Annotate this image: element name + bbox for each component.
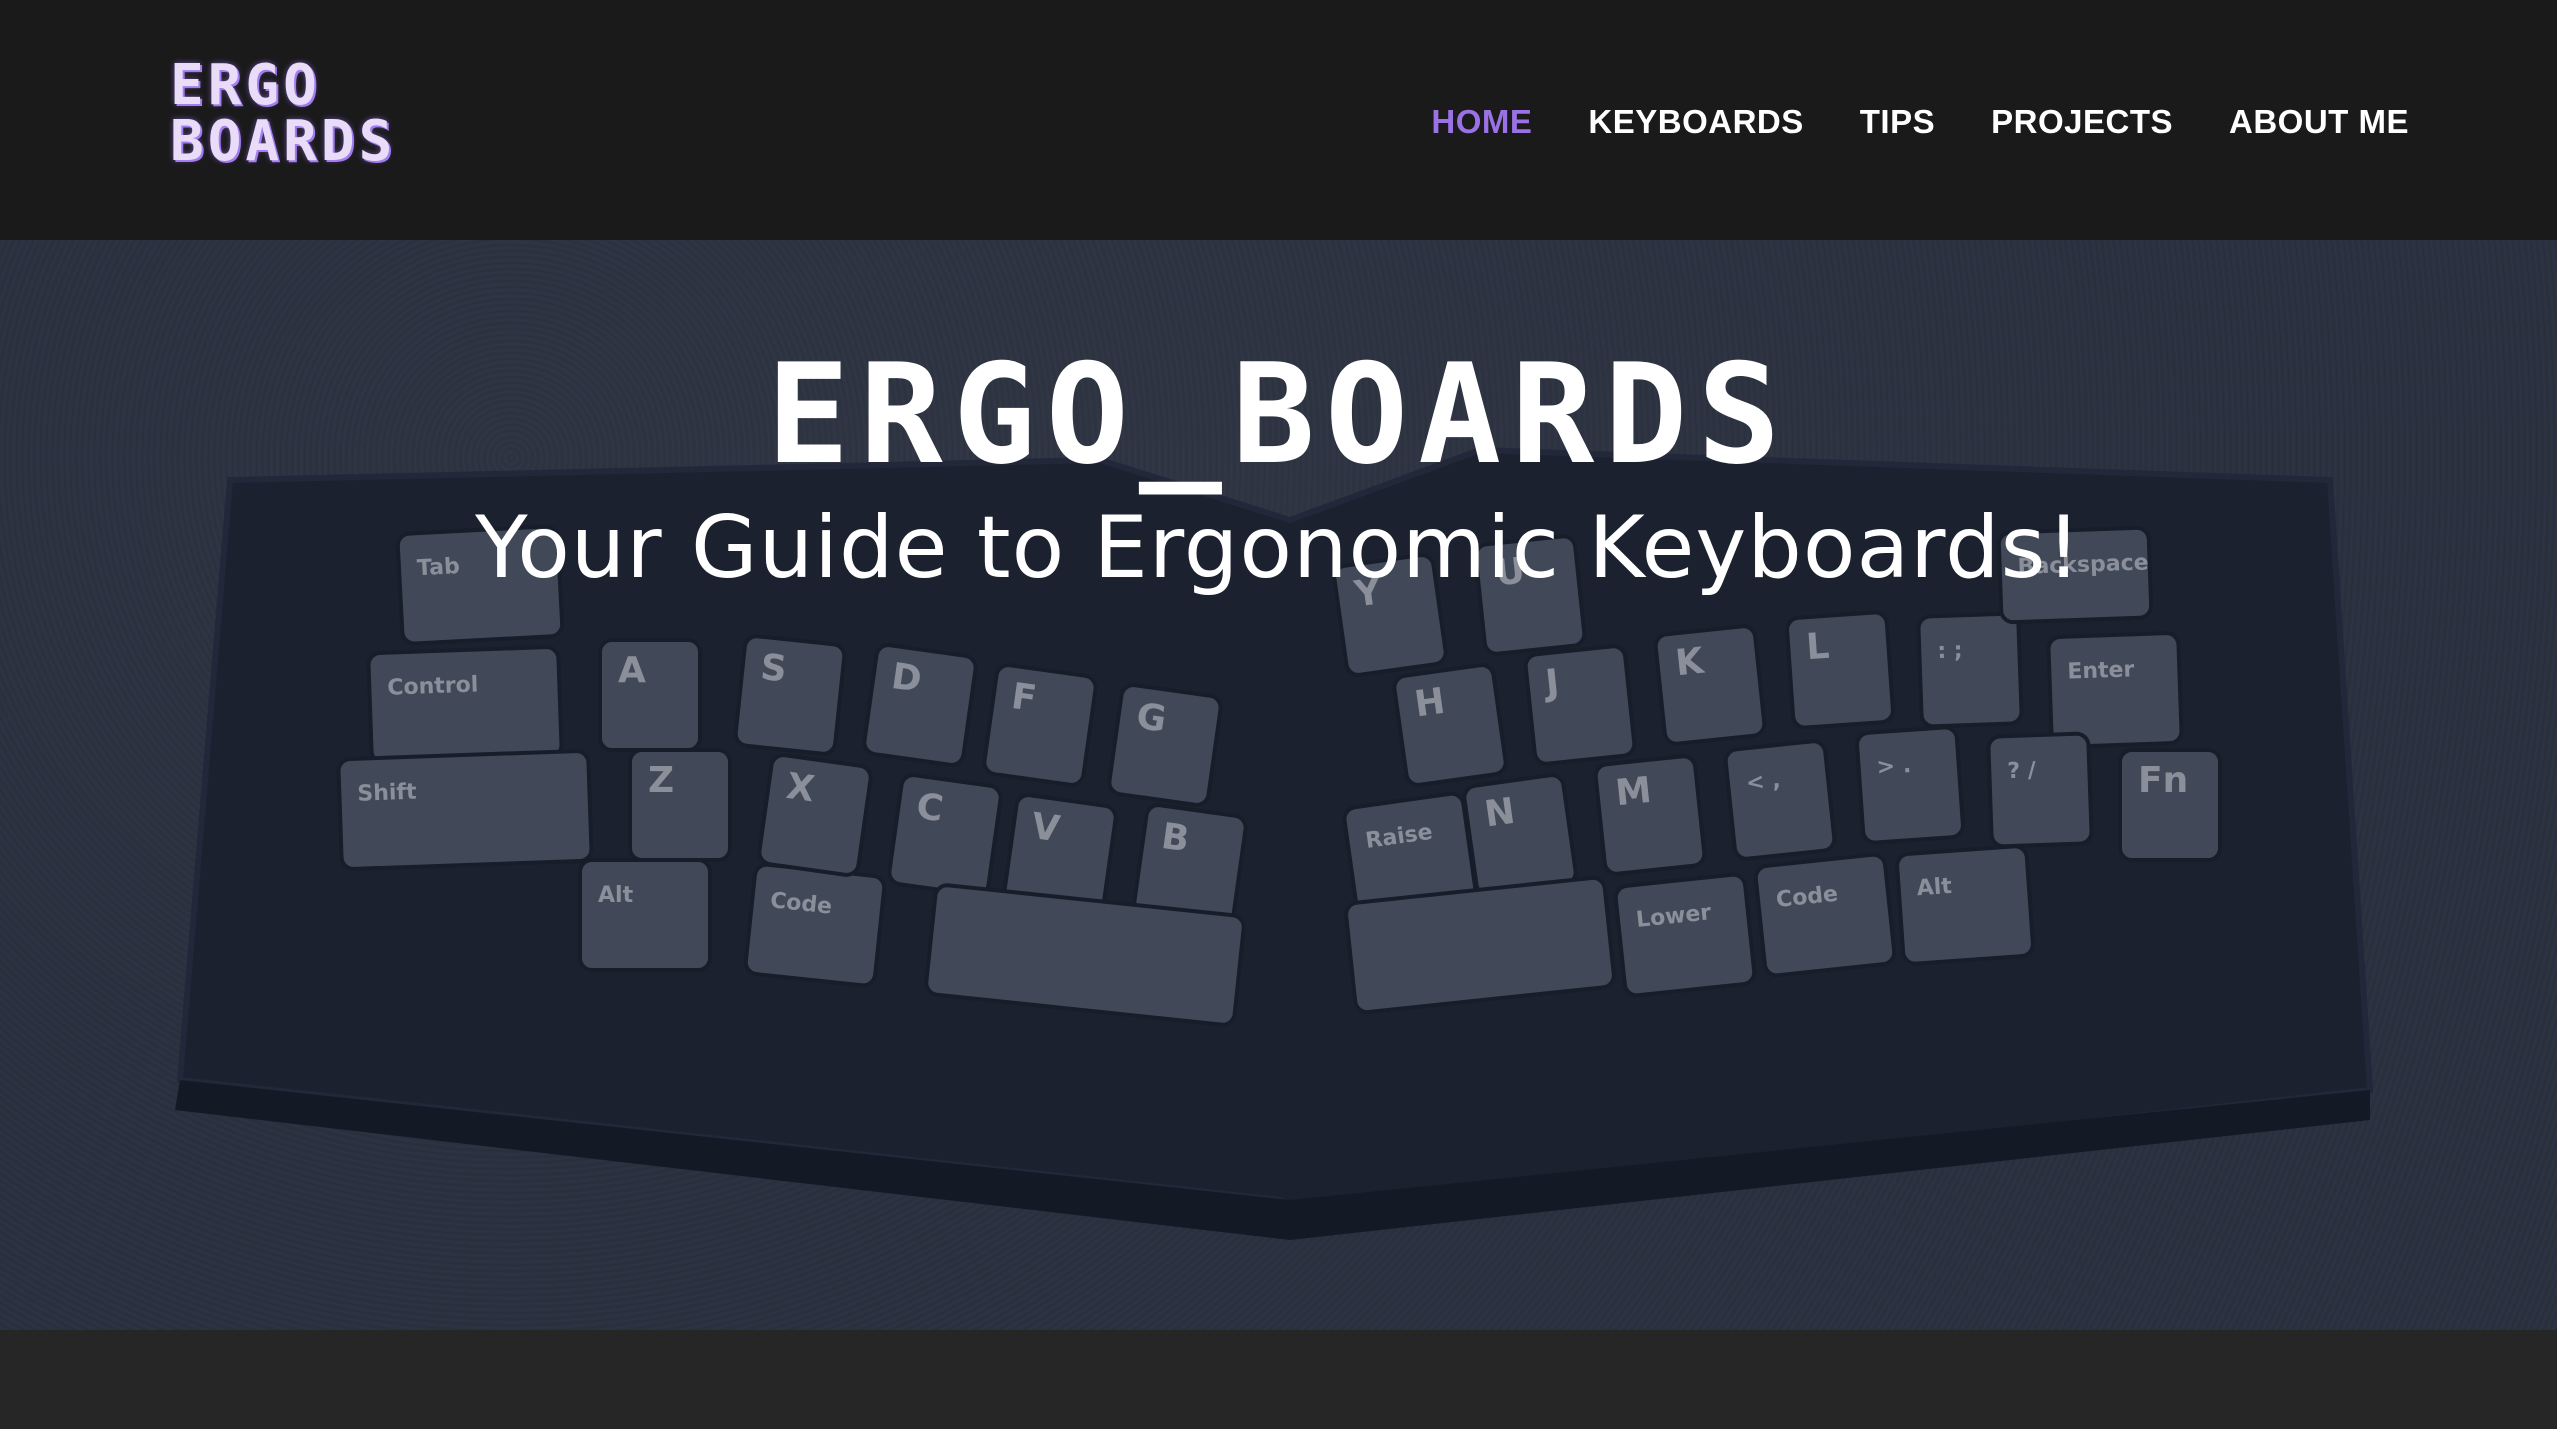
- nav-about-me[interactable]: ABOUT ME: [2229, 103, 2409, 141]
- hero-title: ERGO_BOARDS: [766, 334, 1791, 495]
- logo-line-1: ERGO: [170, 53, 321, 118]
- nav-tips[interactable]: TIPS: [1860, 103, 1935, 141]
- site-header: ERGO BOARDS HOME KEYBOARDS TIPS PROJECTS…: [0, 0, 2557, 240]
- site-logo[interactable]: ERGO BOARDS: [168, 53, 392, 174]
- logo-line-2: BOARDS: [170, 109, 397, 174]
- nav-keyboards[interactable]: KEYBOARDS: [1588, 103, 1803, 141]
- main-nav: HOME KEYBOARDS TIPS PROJECTS ABOUT ME: [1375, 98, 2409, 146]
- nav-home[interactable]: HOME: [1431, 103, 1532, 141]
- nav-projects[interactable]: PROJECTS: [1991, 103, 2173, 141]
- page-body-start: [0, 1330, 2557, 1429]
- hero-banner: Tab Control Shift Alt Code A S D F G Z X C V B Y U H J K L: …: [0, 240, 2557, 1330]
- hero-subtitle: Your Guide to Ergonomic Keyboards!: [475, 498, 2082, 598]
